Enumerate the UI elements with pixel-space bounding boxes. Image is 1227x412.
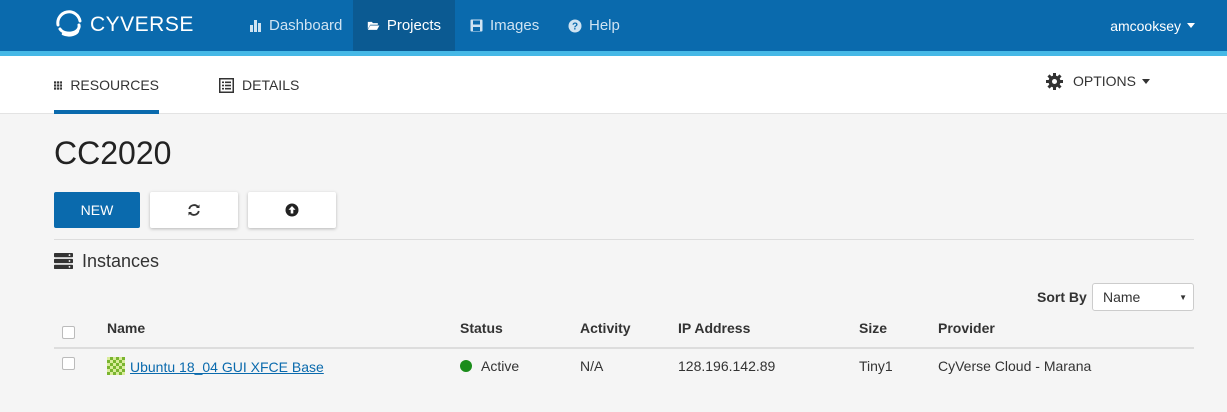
bar-chart-icon: [250, 20, 261, 32]
instances-title: Instances: [82, 250, 160, 271]
user-menu[interactable]: amcooksey: [1110, 0, 1195, 51]
table-header-border: [54, 347, 1194, 349]
nav-images[interactable]: Images: [456, 0, 553, 51]
sort-by-value: Name: [1103, 289, 1141, 305]
options-label: OPTIONS: [1073, 73, 1137, 89]
column-header-activity[interactable]: Activity: [580, 320, 631, 336]
list-icon: [219, 77, 234, 93]
instance-activity: N/A: [580, 358, 604, 374]
arrow-up-circle-icon: [285, 203, 299, 217]
instance-status-cell: Active: [460, 358, 519, 374]
column-header-size[interactable]: Size: [859, 320, 887, 336]
status-active-icon: [460, 360, 472, 372]
instance-ip-address: 128.196.142.89: [678, 358, 776, 374]
section-divider: [54, 239, 1194, 240]
cyverse-logo[interactable]: CYVERSE: [54, 8, 194, 42]
tab-details[interactable]: DETAILS: [219, 56, 299, 114]
tab-details-label: DETAILS: [242, 77, 300, 93]
cyverse-swirl-icon: [56, 10, 82, 37]
nav-help-label: Help: [589, 17, 620, 34]
nav-help[interactable]: ? Help: [554, 0, 634, 51]
question-circle-icon: ?: [568, 19, 582, 32]
project-title: CC2020: [54, 135, 172, 171]
sort-by-select[interactable]: Name ▼: [1092, 283, 1194, 311]
nav-projects[interactable]: Projects: [353, 0, 455, 51]
instance-name-cell: Ubuntu 18_04 GUI XFCE Base: [107, 357, 324, 375]
brand-name: CYVERSE: [90, 13, 194, 36]
top-navbar: CYVERSE Dashboard Projects Images ? Help: [0, 0, 1227, 51]
refresh-icon: [188, 204, 200, 216]
server-icon: [54, 253, 73, 269]
chevron-down-icon: [1187, 23, 1195, 28]
instance-provider: CyVerse Cloud - Marana: [938, 358, 1092, 374]
row-checkbox[interactable]: [62, 357, 75, 370]
gear-icon: [1046, 72, 1063, 90]
tab-resources-label: RESOURCES: [70, 77, 159, 93]
project-subnav: RESOURCES DETAILS OPTIONS: [0, 56, 1227, 114]
caret-down-icon: [1142, 78, 1151, 84]
instance-status: Active: [481, 358, 520, 374]
select-all-checkbox[interactable]: [62, 326, 75, 339]
instance-name-link[interactable]: Ubuntu 18_04 GUI XFCE Base: [130, 359, 324, 375]
refresh-button[interactable]: [150, 192, 238, 228]
column-header-provider[interactable]: Provider: [938, 320, 995, 336]
svg-text:?: ?: [572, 21, 578, 32]
column-header-status[interactable]: Status: [460, 320, 503, 336]
sort-by-label: Sort By: [1037, 289, 1087, 305]
user-name: amcooksey: [1110, 17, 1181, 34]
column-header-ip-address[interactable]: IP Address: [678, 320, 750, 336]
column-header-name[interactable]: Name: [107, 320, 145, 336]
folder-open-icon: [367, 21, 380, 30]
nav-images-label: Images: [490, 17, 540, 34]
options-dropdown[interactable]: OPTIONS: [1046, 56, 1151, 106]
tab-resources[interactable]: RESOURCES: [54, 56, 159, 114]
nav-projects-label: Projects: [386, 17, 441, 34]
nav-dashboard[interactable]: Dashboard: [235, 0, 356, 51]
grid-icon: [54, 80, 63, 90]
select-arrow-icon: ▼: [1179, 293, 1187, 302]
instance-identicon-icon: [107, 357, 125, 375]
upload-button[interactable]: [248, 192, 336, 228]
nav-dashboard-label: Dashboard: [269, 17, 343, 34]
instance-size: Tiny1: [859, 358, 893, 374]
floppy-disk-icon: [470, 19, 483, 32]
instances-heading: Instances: [54, 250, 159, 272]
new-button[interactable]: NEW: [54, 192, 140, 228]
